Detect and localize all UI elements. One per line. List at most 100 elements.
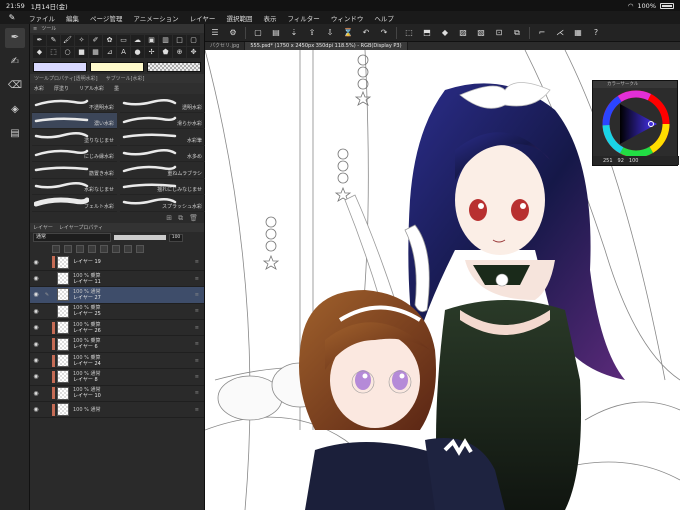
brush-item[interactable]: 水彩筆 xyxy=(120,129,205,146)
clip-icon[interactable] xyxy=(52,245,60,253)
document-tab[interactable]: パクセリ.jpg xyxy=(205,42,246,50)
layer-menu-icon[interactable]: ≡ xyxy=(195,292,199,298)
brush-item[interactable]: 塗りなじませ xyxy=(32,129,117,146)
brush-item[interactable]: にじみ縁水彩 xyxy=(32,146,117,162)
opacity-slider[interactable] xyxy=(114,235,166,240)
layer-menu-icon[interactable]: ≡ xyxy=(195,259,199,265)
fill-icon[interactable]: ◆ xyxy=(439,27,451,39)
copy-icon[interactable]: ⧉ xyxy=(511,27,523,39)
brush-item[interactable]: 筋置き水彩 xyxy=(32,162,117,179)
layer-menu-icon[interactable]: ≡ xyxy=(195,407,199,413)
decoration-icon[interactable]: ✿ xyxy=(103,35,116,46)
layer-row[interactable]: ◉ レイヤー 19 ≡ xyxy=(30,255,204,271)
fill-icon[interactable]: ▣ xyxy=(145,35,158,46)
brush-item[interactable]: 滑らか水彩 xyxy=(120,113,205,129)
subtool-group-tab[interactable]: 墨 xyxy=(114,85,119,92)
draft-layer-icon[interactable] xyxy=(76,245,84,253)
airbrush-icon[interactable]: ✧ xyxy=(75,35,88,46)
ruler-link-icon[interactable] xyxy=(124,245,132,253)
grid-icon[interactable]: ▦ xyxy=(89,47,102,58)
layer-row[interactable]: ◉ ✎ 100 % 通常 レイヤー 27 ≡ xyxy=(30,287,204,304)
pen-icon[interactable]: ✎ xyxy=(42,292,52,298)
redo-icon[interactable]: ↷ xyxy=(378,27,390,39)
collapse-icon[interactable]: ≡ xyxy=(33,26,37,32)
subtool-group-tab[interactable]: リアル水彩 xyxy=(79,85,104,92)
brush-item[interactable]: スプラッシュ水彩 xyxy=(120,195,205,212)
eye-icon[interactable]: ◉ xyxy=(30,406,42,413)
gradient-icon[interactable]: ▥ xyxy=(159,35,172,46)
app-logo-icon[interactable]: ✎ xyxy=(6,13,18,22)
subtool-group-tab[interactable]: 水彩 xyxy=(34,85,44,92)
pen-icon[interactable]: ✒ xyxy=(33,35,46,46)
subtool-tab[interactable]: サブツール[水彩] xyxy=(106,75,145,82)
bucket-icon[interactable]: ◆ xyxy=(33,47,46,58)
mask-icon[interactable] xyxy=(112,245,120,253)
brush-item[interactable]: フェルト水彩 xyxy=(32,195,117,212)
eye-icon[interactable]: ◉ xyxy=(30,259,42,266)
saturation-value-triangle[interactable] xyxy=(620,104,657,144)
export-icon[interactable]: ⇩ xyxy=(324,27,336,39)
delete-brush-icon[interactable]: 🗑 xyxy=(189,214,198,222)
subtool-group-tab[interactable]: 厚塗り xyxy=(54,85,69,92)
eye-icon[interactable]: ◉ xyxy=(30,390,42,397)
layer-row[interactable]: ◉ 100 % 通常 ≡ xyxy=(30,402,204,419)
watercolor-brush-icon[interactable]: ✐ xyxy=(89,35,102,46)
transform-icon[interactable]: ⬒ xyxy=(421,27,433,39)
move-icon[interactable]: ✥ xyxy=(187,47,200,58)
layer-tab[interactable]: レイヤー xyxy=(33,224,53,231)
lock-layer-icon[interactable] xyxy=(100,245,108,253)
layer-menu-icon[interactable]: ≡ xyxy=(195,308,199,314)
pencil-icon[interactable]: ✎ xyxy=(47,35,60,46)
ruler-icon[interactable]: ⊿ xyxy=(103,47,116,58)
zoom-icon[interactable]: ⊕ xyxy=(173,47,186,58)
spinner-icon[interactable]: ⌛ xyxy=(342,27,354,39)
ref-layer-icon[interactable] xyxy=(64,245,72,253)
brush-item[interactable]: 重ねムラブラシ xyxy=(120,162,205,179)
layer-menu-icon[interactable]: ≡ xyxy=(195,358,199,364)
layer-stack-icon[interactable]: ◈ xyxy=(5,100,25,120)
eraser-icon[interactable]: ▭ xyxy=(117,35,130,46)
ruler-icon[interactable]: ⌐ xyxy=(536,27,548,39)
brush-item[interactable]: 不透明水彩 xyxy=(32,96,117,113)
panel-toggle-icon[interactable]: ▤ xyxy=(5,124,25,144)
figure-icon[interactable]: □ xyxy=(173,35,186,46)
duplicate-brush-icon[interactable]: ⧉ xyxy=(178,214,183,223)
crop-icon[interactable]: ⊡ xyxy=(493,27,505,39)
ellipse-icon[interactable]: ○ xyxy=(61,47,74,58)
brush-item[interactable]: 水彩なじませ xyxy=(32,179,117,195)
menu-item[interactable]: 表示 xyxy=(263,13,276,23)
invert-selection-icon[interactable]: ▧ xyxy=(475,27,487,39)
layer-row[interactable]: ◉ 100 % 乗算 レイヤー 24 ≡ xyxy=(30,353,204,370)
hand-icon[interactable]: ⬟ xyxy=(159,47,172,58)
rect-select-icon[interactable]: ⬚ xyxy=(47,47,60,58)
deselect-icon[interactable]: ▨ xyxy=(457,27,469,39)
layer-menu-icon[interactable]: ≡ xyxy=(195,276,199,282)
help-icon[interactable]: ? xyxy=(590,27,602,39)
add-brush-icon[interactable]: ⊞ xyxy=(166,214,172,222)
layer-row[interactable]: ◉ 100 % 乗算 レイヤー 11 ≡ xyxy=(30,271,204,288)
text-icon[interactable]: A xyxy=(117,47,130,58)
layer-property-tab[interactable]: レイヤープロパティ xyxy=(59,224,103,231)
menu-item[interactable]: ヘルプ xyxy=(374,13,394,23)
layer-row[interactable]: ◉ 100 % 乗算 レイヤー 25 ≡ xyxy=(30,304,204,321)
menu-item[interactable]: レイヤー xyxy=(190,13,216,23)
settings-icon[interactable]: ⚙ xyxy=(227,27,239,39)
eye-icon[interactable]: ◉ xyxy=(30,291,42,298)
import-icon[interactable]: ⇪ xyxy=(306,27,318,39)
brush-icon[interactable]: 🖌 xyxy=(61,35,74,46)
balloon-icon[interactable]: ● xyxy=(131,47,144,58)
layer-menu-icon[interactable]: ≡ xyxy=(195,374,199,380)
brush-tool-icon[interactable]: ✒ xyxy=(5,28,25,48)
transparent-color-swatch[interactable] xyxy=(147,62,201,72)
blend-mode-select[interactable]: 通常 xyxy=(33,233,111,242)
tool-property-tab[interactable]: ツールプロパティ[透明水彩] xyxy=(34,75,98,82)
brush-item[interactable]: 透明水彩 xyxy=(120,96,205,113)
shape-icon[interactable]: ■ xyxy=(75,47,88,58)
layer-color-icon[interactable] xyxy=(136,245,144,253)
layer-row[interactable]: ◉ 100 % 乗算 レイヤー 6 ≡ xyxy=(30,336,204,353)
eye-icon[interactable]: ◉ xyxy=(30,324,42,331)
brush-item[interactable]: 揺れにじみなじませ xyxy=(120,179,205,195)
menu-item[interactable]: アニメーション xyxy=(133,13,178,23)
menu-item[interactable]: フィルター xyxy=(287,13,319,23)
eye-icon[interactable]: ◉ xyxy=(30,275,42,282)
